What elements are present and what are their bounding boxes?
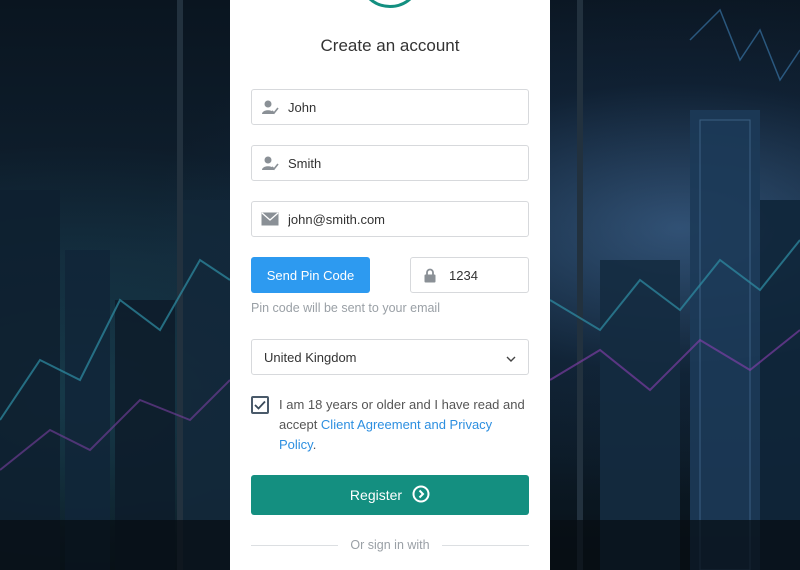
checkmark-icon xyxy=(254,400,266,410)
user-icon xyxy=(252,155,288,171)
last-name-field[interactable] xyxy=(251,145,529,181)
user-icon xyxy=(252,99,288,115)
first-name-field[interactable] xyxy=(251,89,529,125)
register-card: Create an account Send Pin Code Pin code… xyxy=(230,0,550,570)
consent-text: I am 18 years or older and I have read a… xyxy=(279,397,525,452)
divider-text: Or sign in with xyxy=(350,538,430,552)
envelope-icon xyxy=(252,212,288,226)
pin-input[interactable] xyxy=(449,267,519,283)
register-button[interactable]: Register xyxy=(251,475,529,515)
sign-in-divider: Or sign in with xyxy=(251,536,530,554)
email-field[interactable] xyxy=(251,201,529,237)
page-title: Create an account xyxy=(320,36,460,55)
first-name-input[interactable] xyxy=(288,99,488,115)
age-consent-checkbox[interactable] xyxy=(251,396,269,414)
country-select[interactable]: United Kingdom xyxy=(251,339,529,375)
last-name-input[interactable] xyxy=(288,155,488,171)
lock-icon xyxy=(411,268,449,283)
country-selected: United Kingdom xyxy=(264,349,357,365)
brand-logo xyxy=(358,0,422,8)
divider-line xyxy=(251,544,339,546)
chevron-down-icon xyxy=(506,350,516,365)
divider-line xyxy=(441,544,530,546)
register-label: Register xyxy=(349,487,403,503)
email-input[interactable] xyxy=(288,211,488,227)
pin-hint: Pin code will be sent to your email xyxy=(251,301,440,315)
pin-field[interactable] xyxy=(410,257,529,293)
chevron-right-circle-icon xyxy=(412,485,430,506)
send-pin-button[interactable]: Send Pin Code xyxy=(251,257,370,293)
